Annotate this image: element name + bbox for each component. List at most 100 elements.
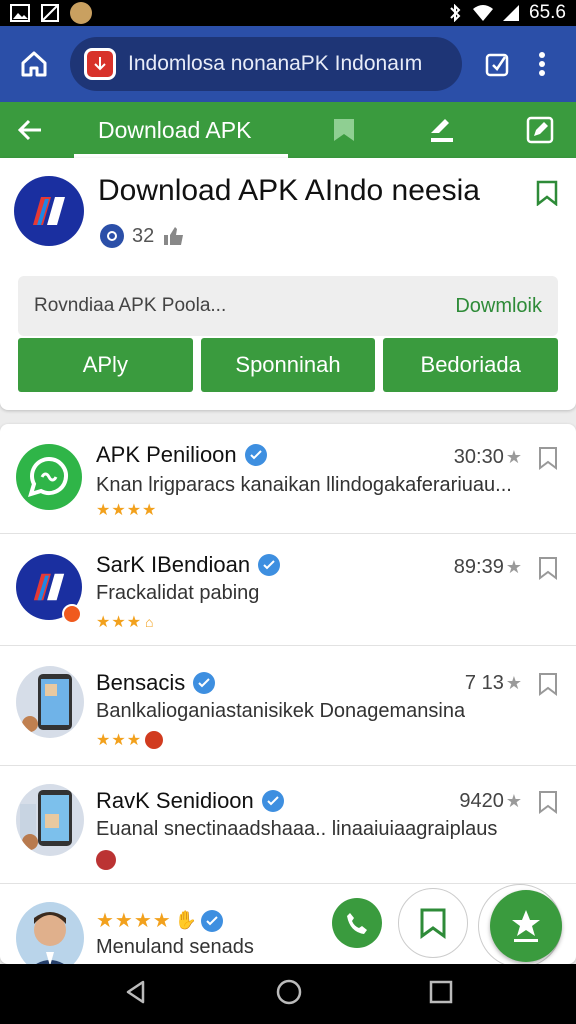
rating-row: 32 [100, 224, 184, 248]
item-subtitle: Euanal snectinaadshaaa.. linaaiuiaagraip… [96, 818, 498, 840]
search-download-link[interactable]: Dowmloik [455, 295, 542, 318]
star-rating: ★★★★ [96, 500, 157, 520]
list-item[interactable]: Bensacis Banlkalioganiastanisikek Donage… [0, 646, 576, 766]
home-circle-icon [276, 979, 302, 1004]
edit-button[interactable] [522, 112, 558, 148]
star-icon: ★ [505, 791, 522, 811]
bluetooth-icon [450, 4, 461, 22]
verified-icon [258, 554, 281, 576]
bookmark-button[interactable] [538, 556, 558, 585]
status-time: 65.6 [529, 2, 566, 23]
item-count: 30:30 ★ [454, 446, 522, 469]
list-item[interactable]: RavK Senidioon Euanal snectinaadshaaa.. … [0, 766, 576, 884]
home-button[interactable] [12, 42, 56, 86]
avatar-icon [70, 2, 92, 24]
bookmark-outline-icon [539, 447, 557, 470]
back-triangle-icon [126, 980, 145, 1003]
hand-icon: ✋ [174, 910, 199, 930]
share-icon [431, 119, 453, 142]
star-icon: ★ [505, 557, 522, 577]
phone-screenshot-icon [16, 784, 84, 856]
star-rating: ★★★★ ✋ [96, 908, 224, 933]
more-vert-icon [539, 52, 545, 76]
signal-icon [503, 5, 520, 21]
overflow-menu-button[interactable] [530, 46, 554, 82]
bookmark-button[interactable] [538, 790, 558, 819]
sponsor-button[interactable]: Sponninah [200, 338, 376, 392]
item-name: APK Penilioon [96, 442, 237, 467]
stars: ★★★★ [96, 910, 172, 932]
stars: ★★★★ [96, 502, 158, 519]
verified-icon [261, 790, 284, 812]
bookmark-button[interactable] [538, 446, 558, 475]
star-rating: ★★★ ⌂ [96, 612, 155, 632]
save-bookmark-button[interactable] [536, 180, 558, 211]
tabs-button[interactable] [480, 46, 516, 82]
item-name: RavK Senidioon [96, 788, 254, 813]
count-value: 89:39 [453, 556, 504, 578]
list-item[interactable]: SarK IBendioan Frackalidat pabing ★★★ ⌂ 8… [0, 534, 576, 646]
page-title: Download APK AIndo neesia [98, 174, 480, 207]
thumbs-up-icon [164, 227, 184, 245]
star-icon: ★ [505, 673, 522, 693]
count-value: 7 13 [464, 672, 504, 694]
update-badge-icon [62, 604, 82, 624]
back-button[interactable] [0, 102, 60, 158]
app-header-card: Download APK AIndo neesia 32 Rovndiaa AP… [0, 158, 576, 410]
list-item[interactable]: APK Penilioon Knan lrigparacs kanaikan l… [0, 424, 576, 534]
item-name: Bensacis [96, 670, 186, 695]
favorites-fab-button[interactable] [490, 890, 562, 962]
bookmark-tab-button[interactable] [326, 112, 362, 148]
bookmark-outline-icon [536, 180, 558, 207]
count-value: 30:30 [453, 446, 504, 468]
star-rating [96, 850, 116, 870]
url-bar[interactable]: Indomlosa nonanаPK Indonaım [70, 37, 462, 91]
apply-button[interactable]: APly [18, 338, 193, 392]
app-logo [14, 176, 84, 246]
back-arrow-icon [17, 119, 41, 141]
stars: ★★★ [96, 732, 143, 749]
search-box[interactable]: Rovndiaa APK Poola... Dowmloik [18, 276, 558, 336]
phone-screenshot-icon [16, 666, 84, 738]
app-list: APK Penilioon Knan lrigparacs kanaikan l… [0, 424, 576, 974]
call-button[interactable] [332, 898, 382, 948]
house-icon: ⌂ [145, 614, 155, 630]
item-title: APK Penilioon [96, 442, 267, 468]
bookmark-button[interactable] [538, 672, 558, 701]
item-title: SarK IBendioan [96, 552, 281, 578]
item-subtitle: Banlkalioganiastanisikek Donagemansina [96, 700, 466, 722]
item-count: 9420 ★ [459, 790, 522, 813]
edit-icon [526, 116, 554, 144]
item-subtitle: Frackalidat pabing [96, 582, 260, 604]
star-icon: ★ [505, 447, 522, 467]
bookmark-outline-icon [539, 791, 557, 814]
site-security-icon [84, 48, 116, 80]
badge-icon [96, 850, 116, 870]
nav-back-button[interactable] [123, 979, 149, 1010]
item-count: 7 13 ★ [465, 672, 522, 695]
image-icon [10, 4, 30, 22]
recents-square-icon [429, 980, 453, 1003]
browser-bar: Indomlosa nonanаPK Indonaım [0, 26, 576, 102]
rating-count: 32 [132, 224, 155, 247]
app-toolbar: Download APK [0, 102, 576, 158]
category-button[interactable]: Bedoriada [383, 338, 559, 392]
count-value: 9420 [459, 790, 504, 812]
tab-label: Download APK [98, 116, 252, 143]
nav-recents-button[interactable] [429, 980, 453, 1009]
bookmark-outline-icon [539, 673, 557, 696]
rating-badge-icon [100, 224, 124, 248]
item-subtitle: Knan lrigparacs kanaikan llindogakaferar… [96, 474, 512, 496]
action-button-row: APly Sponninah Bedoriada [18, 338, 559, 392]
no-sim-icon [41, 4, 59, 22]
share-button[interactable] [424, 112, 460, 148]
item-count: 89:39 ★ [454, 556, 522, 579]
nav-home-button[interactable] [275, 978, 303, 1011]
verified-icon [244, 444, 267, 466]
bookmark-outline-icon [539, 557, 557, 580]
home-icon [21, 51, 47, 77]
tab-download-apk[interactable]: Download APK [74, 102, 288, 158]
status-bar: 65.6 [0, 0, 576, 26]
url-text: Indomlosa nonanаPK Indonaım [128, 52, 423, 75]
bookmark-fab-button[interactable] [398, 888, 468, 958]
